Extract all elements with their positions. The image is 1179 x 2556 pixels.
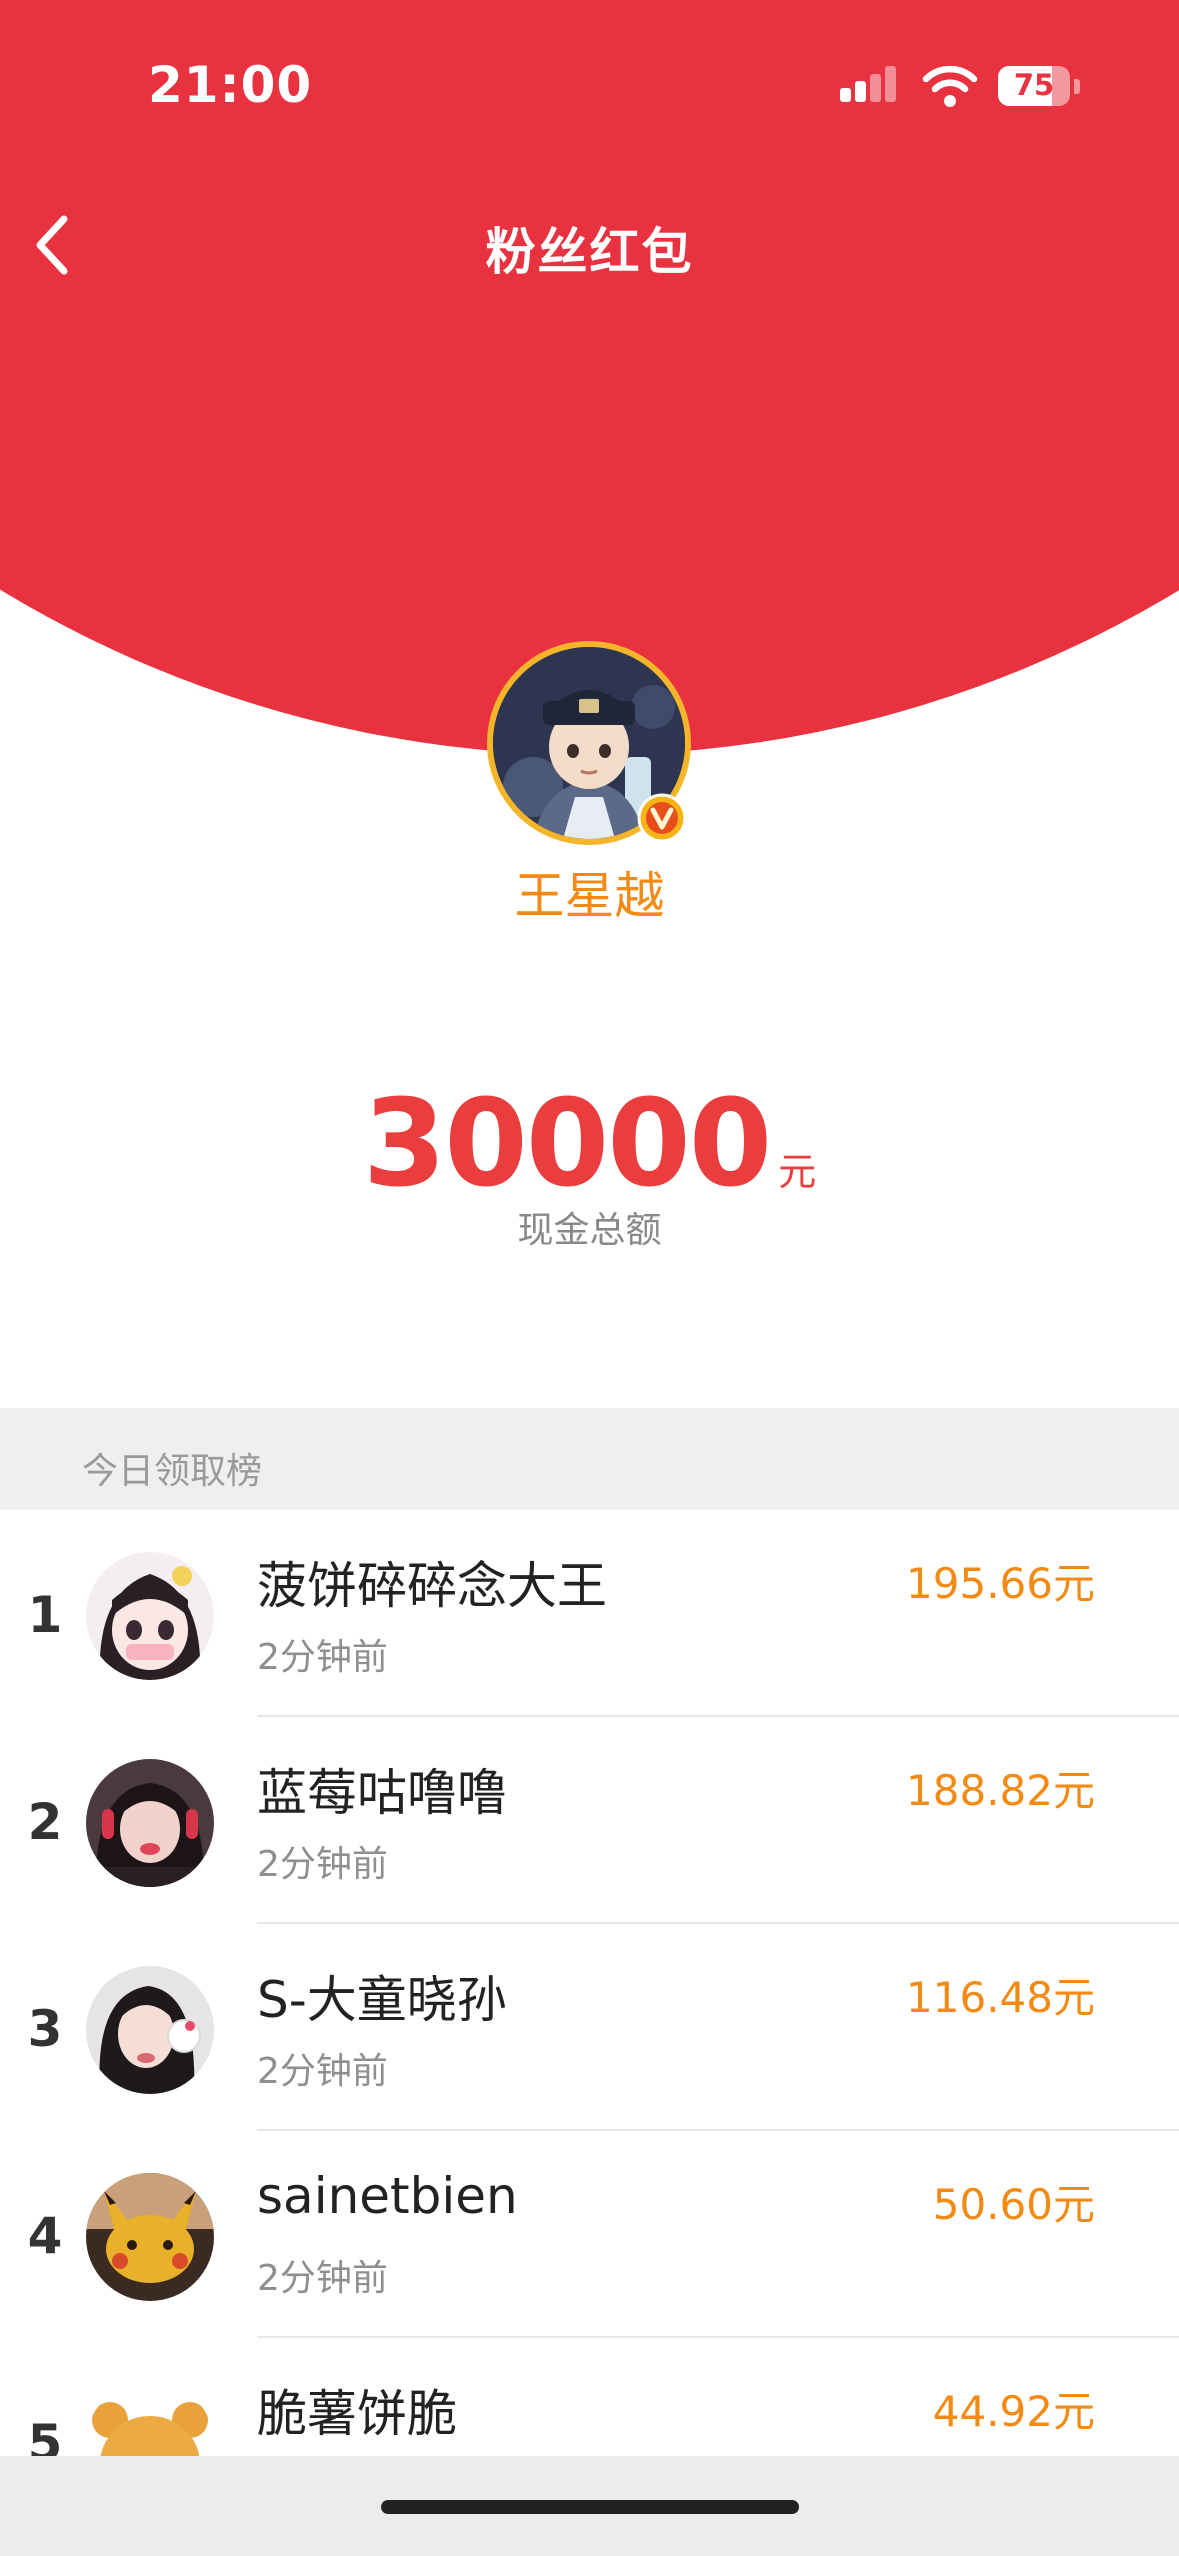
rank-user-name[interactable]: 菠饼碎碎念大王 xyxy=(257,1546,607,1618)
avatar[interactable] xyxy=(86,1966,214,2094)
home-bar-area xyxy=(0,2456,1179,2556)
rank-amount: 116.48元 xyxy=(906,1973,1095,2022)
ranking-row[interactable]: 3 S-大童晓孙 2分钟前 116.48元 xyxy=(0,1924,1179,2131)
rank-user-name[interactable]: 蓝莓咕噜噜 xyxy=(257,1753,507,1825)
avatar[interactable] xyxy=(86,1552,214,1680)
total-amount-value: 30000 xyxy=(362,1075,772,1214)
rank-time: 2分钟前 xyxy=(257,2051,388,2092)
wifi-icon xyxy=(922,65,978,107)
rank-time: 2分钟前 xyxy=(257,1637,388,1678)
ranking-row[interactable]: 4 sainetbien 2分钟前 50.60元 xyxy=(0,2131,1179,2338)
total-amount: 30000 元 xyxy=(0,1075,1179,1214)
signal-icon xyxy=(840,66,900,106)
rank-user-name[interactable]: sainetbien xyxy=(257,2167,518,2225)
battery-level: 75 xyxy=(1013,68,1055,102)
total-amount-unit: 元 xyxy=(778,1150,817,1194)
ranking-list[interactable]: 1 菠饼碎碎念大王 2分钟前 195.66元 2 蓝莓咕噜噜 2分钟前 188.… xyxy=(0,1510,1179,2456)
total-amount-label: 现金总额 xyxy=(517,1210,662,1251)
ranking-row[interactable]: 2 蓝莓咕噜噜 2分钟前 188.82元 xyxy=(0,1717,1179,1924)
ranking-header: 今日领取榜 xyxy=(0,1408,1179,1510)
rank-amount: 44.92元 xyxy=(932,2387,1095,2436)
avatar-pikachu xyxy=(86,2173,214,2301)
rank-number: 3 xyxy=(27,2000,63,2058)
rank-time: 2分钟前 xyxy=(257,2258,388,2299)
battery-tip xyxy=(1074,78,1080,94)
avatar[interactable] xyxy=(86,2173,214,2301)
rank-time: 2分钟前 xyxy=(257,1844,388,1885)
status-icons: 75 xyxy=(840,64,1080,108)
avatar-bear xyxy=(86,2380,214,2456)
status-time: 21:00 xyxy=(148,56,313,114)
rank-amount: 50.60元 xyxy=(932,2180,1095,2229)
rank-user-name[interactable]: S-大童晓孙 xyxy=(257,1960,507,2032)
page-title: 粉丝红包 xyxy=(485,223,694,281)
avatar-anime-girl xyxy=(86,1552,214,1680)
avatar[interactable] xyxy=(86,2380,214,2456)
ranking-row[interactable]: 5 脆薯饼脆 44.92元 xyxy=(0,2338,1179,2456)
ranking-row[interactable]: 1 菠饼碎碎念大王 2分钟前 195.66元 xyxy=(0,1510,1179,1717)
rank-amount: 195.66元 xyxy=(906,1559,1095,1608)
ranking-title: 今日领取榜 xyxy=(82,1451,263,1492)
rank-number: 1 xyxy=(27,1586,63,1644)
rank-amount: 188.82元 xyxy=(906,1766,1095,1815)
rank-number: 4 xyxy=(27,2207,63,2265)
rank-user-name[interactable]: 脆薯饼脆 xyxy=(257,2374,457,2446)
verified-v-icon xyxy=(637,793,687,843)
rank-number: 2 xyxy=(27,1793,63,1851)
home-indicator[interactable] xyxy=(381,2500,799,2514)
battery-icon: 75 xyxy=(998,66,1070,106)
avatar-photo-woman xyxy=(86,1966,214,2094)
host-name[interactable]: 王星越 xyxy=(0,856,1179,928)
avatar[interactable] xyxy=(86,1759,214,1887)
rank-number: 5 xyxy=(27,2414,63,2456)
avatar-photo-girl xyxy=(86,1759,214,1887)
